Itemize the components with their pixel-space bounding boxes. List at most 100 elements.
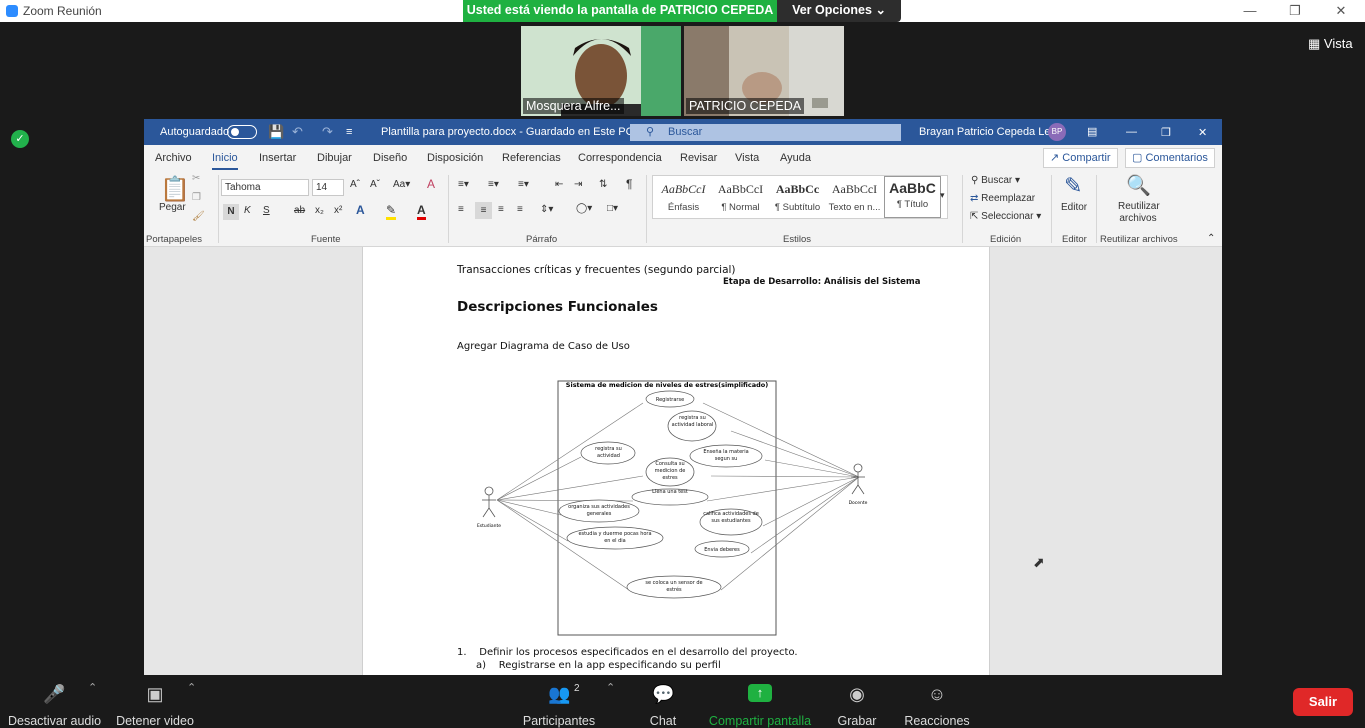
- reuse-files-button[interactable]: Reutilizar archivos: [1118, 201, 1160, 225]
- numbering-icon[interactable]: ≡▾: [488, 179, 499, 190]
- autosave-toggle[interactable]: [227, 125, 257, 139]
- style-label: Texto en n...: [828, 202, 881, 213]
- record-button[interactable]: ◉ Grabar: [834, 675, 880, 728]
- superscript-icon[interactable]: x²: [334, 205, 342, 216]
- chat-button[interactable]: 💬 Chat: [640, 675, 686, 728]
- grow-font-icon[interactable]: Aˆ: [350, 179, 360, 190]
- minimize-icon[interactable]: —: [1241, 2, 1259, 20]
- select-label: Seleccionar: [981, 211, 1034, 222]
- tab-dibujar[interactable]: Dibujar: [317, 152, 352, 164]
- style-titulo[interactable]: AaBbC ¶ Título: [884, 176, 941, 218]
- restore-icon[interactable]: ❐: [1161, 126, 1171, 139]
- save-icon[interactable]: 💾: [268, 124, 284, 140]
- leave-meeting-button[interactable]: Salir: [1293, 688, 1353, 716]
- search-icon: ⚲: [646, 126, 655, 138]
- document-page[interactable]: Transacciones críticas y frecuentes (seg…: [362, 247, 990, 675]
- security-shield-icon[interactable]: ✓: [11, 130, 29, 148]
- style-subtitulo[interactable]: AaBbCc ¶ Subtítulo: [769, 176, 826, 218]
- line-spacing-icon[interactable]: ⇕▾: [540, 204, 553, 215]
- participant-video[interactable]: PATRICIO CEPEDA: [684, 26, 844, 116]
- replace-button[interactable]: ⇄ Reemplazar: [970, 193, 1035, 204]
- bullets-icon[interactable]: ≡▾: [458, 179, 469, 190]
- reactions-button[interactable]: ☺ Reacciones: [902, 675, 972, 728]
- close-icon[interactable]: ✕: [1198, 126, 1207, 139]
- minimize-icon[interactable]: —: [1126, 126, 1137, 138]
- sort-icon[interactable]: ⇅: [599, 179, 607, 190]
- align-right-icon[interactable]: ≡: [498, 204, 504, 215]
- tab-diseno[interactable]: Diseño: [373, 152, 407, 164]
- tab-vista[interactable]: Vista: [735, 152, 759, 164]
- strikethrough-icon[interactable]: ab: [294, 205, 305, 216]
- paragraph-mark-icon[interactable]: ¶: [626, 177, 632, 191]
- select-button[interactable]: ⇱ Seleccionar ▾: [970, 211, 1041, 222]
- video-options-chevron-icon[interactable]: ⌃: [187, 681, 196, 694]
- share-button[interactable]: ↗ Compartir: [1043, 148, 1118, 168]
- paste-label[interactable]: Pegar: [159, 202, 186, 213]
- underline-button[interactable]: S: [263, 205, 270, 216]
- style-texto[interactable]: AaBbCcI Texto en n...: [826, 176, 883, 218]
- tab-insertar[interactable]: Insertar: [259, 152, 296, 164]
- collapse-ribbon-icon[interactable]: ⌃: [1207, 233, 1215, 244]
- ribbon-display-icon[interactable]: ▤: [1087, 125, 1097, 138]
- editor-icon[interactable]: ✎: [1064, 173, 1082, 199]
- actor-label: Docente: [849, 500, 868, 506]
- change-case-icon[interactable]: Aa▾: [393, 179, 410, 190]
- font-color-icon[interactable]: A: [417, 203, 426, 220]
- tab-ayuda[interactable]: Ayuda: [780, 152, 811, 164]
- styles-gallery: AaBbCcI Énfasis AaBbCcI ¶ Normal AaBbCc ¶ S…: [652, 175, 948, 219]
- tab-revisar[interactable]: Revisar: [680, 152, 717, 164]
- tab-inicio[interactable]: Inicio: [212, 152, 238, 170]
- borders-icon[interactable]: □▾: [607, 203, 618, 214]
- participant-video[interactable]: Mosquera Alfre...: [521, 26, 681, 116]
- format-painter-icon[interactable]: 🖌: [192, 211, 205, 222]
- tab-archivo[interactable]: Archivo: [155, 152, 192, 164]
- clear-format-icon[interactable]: A: [427, 177, 435, 191]
- close-icon[interactable]: ✕: [1332, 2, 1350, 20]
- undo-icon[interactable]: ↶: [292, 124, 303, 140]
- tab-disposicion[interactable]: Disposición: [427, 152, 483, 164]
- justify-icon[interactable]: ≡: [517, 204, 523, 215]
- shrink-font-icon[interactable]: Aˇ: [370, 179, 380, 190]
- view-options-button[interactable]: Ver Opciones ⌄: [777, 0, 901, 22]
- word-titlebar: Autoguardado 💾 ↶ ↷ ≡ Plantilla para proy…: [144, 119, 1222, 145]
- increase-indent-icon[interactable]: ⇥: [574, 179, 582, 190]
- customize-qat-icon[interactable]: ≡: [346, 126, 352, 138]
- audio-options-chevron-icon[interactable]: ⌃: [88, 681, 97, 694]
- style-normal[interactable]: AaBbCcI ¶ Normal: [712, 176, 769, 218]
- avatar[interactable]: BP: [1048, 123, 1066, 141]
- align-center-icon[interactable]: ≡: [475, 202, 492, 219]
- tab-referencias[interactable]: Referencias: [502, 152, 561, 164]
- cut-icon[interactable]: ✂: [192, 173, 200, 184]
- share-screen-button[interactable]: ↑ Compartir pantalla: [706, 675, 814, 728]
- font-size-select[interactable]: 14: [312, 179, 344, 196]
- highlight-icon[interactable]: ✎: [386, 203, 397, 220]
- subscript-icon[interactable]: x₂: [315, 205, 324, 216]
- font-name-select[interactable]: Tahoma: [221, 179, 309, 196]
- reuse-files-icon[interactable]: 🔍: [1126, 173, 1151, 198]
- restore-icon[interactable]: ❐: [1286, 2, 1304, 20]
- stop-video-button[interactable]: ▣ Detener video: [114, 675, 196, 728]
- redo-icon[interactable]: ↷: [322, 124, 333, 140]
- styles-more-icon[interactable]: ▾: [940, 190, 945, 201]
- italic-button[interactable]: K: [244, 205, 251, 216]
- participants-button[interactable]: 👥 Participantes: [520, 675, 598, 728]
- style-enfasis[interactable]: AaBbCcI Énfasis: [655, 176, 712, 218]
- zoom-window-title: Zoom Reunión: [23, 4, 102, 18]
- align-left-icon[interactable]: ≡: [458, 204, 464, 215]
- mute-audio-button[interactable]: 🎤 Desactivar audio: [8, 675, 101, 728]
- tab-correspondencia[interactable]: Correspondencia: [578, 152, 662, 164]
- participants-options-chevron-icon[interactable]: ⌃: [606, 681, 615, 694]
- decrease-indent-icon[interactable]: ⇤: [555, 179, 563, 190]
- editor-button[interactable]: Editor: [1061, 202, 1087, 213]
- text-effects-icon[interactable]: A: [356, 203, 365, 217]
- copy-icon[interactable]: ❐: [192, 192, 201, 203]
- find-button[interactable]: ⚲ Buscar ▾: [971, 175, 1020, 186]
- view-button[interactable]: ▦ Vista: [1308, 36, 1353, 52]
- search-input[interactable]: ⚲ Buscar: [630, 124, 901, 141]
- bold-button[interactable]: N: [223, 204, 239, 220]
- comments-button[interactable]: ▢ Comentarios: [1125, 148, 1215, 168]
- multilevel-list-icon[interactable]: ≡▾: [518, 179, 529, 190]
- mouse-cursor-icon: ⬈: [1033, 554, 1045, 570]
- shading-icon[interactable]: ◯▾: [576, 203, 592, 214]
- paste-icon[interactable]: 📋: [160, 175, 190, 204]
